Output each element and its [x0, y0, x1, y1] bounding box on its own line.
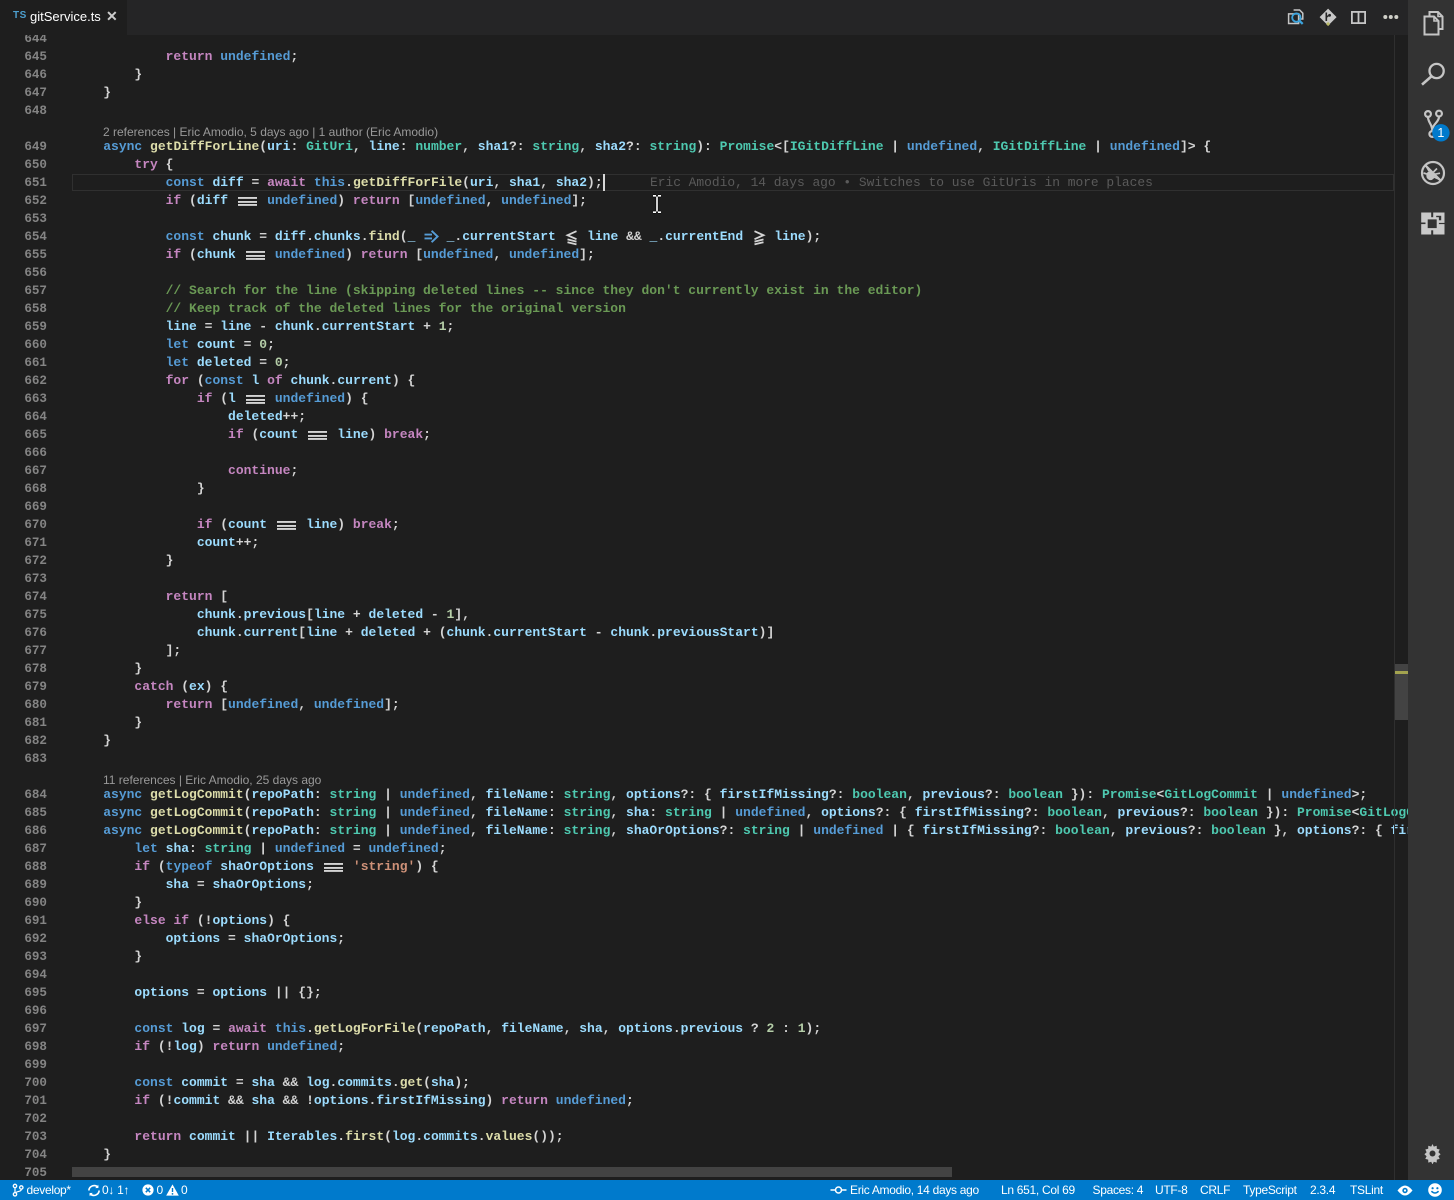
svg-text:1: 1: [1437, 126, 1444, 140]
